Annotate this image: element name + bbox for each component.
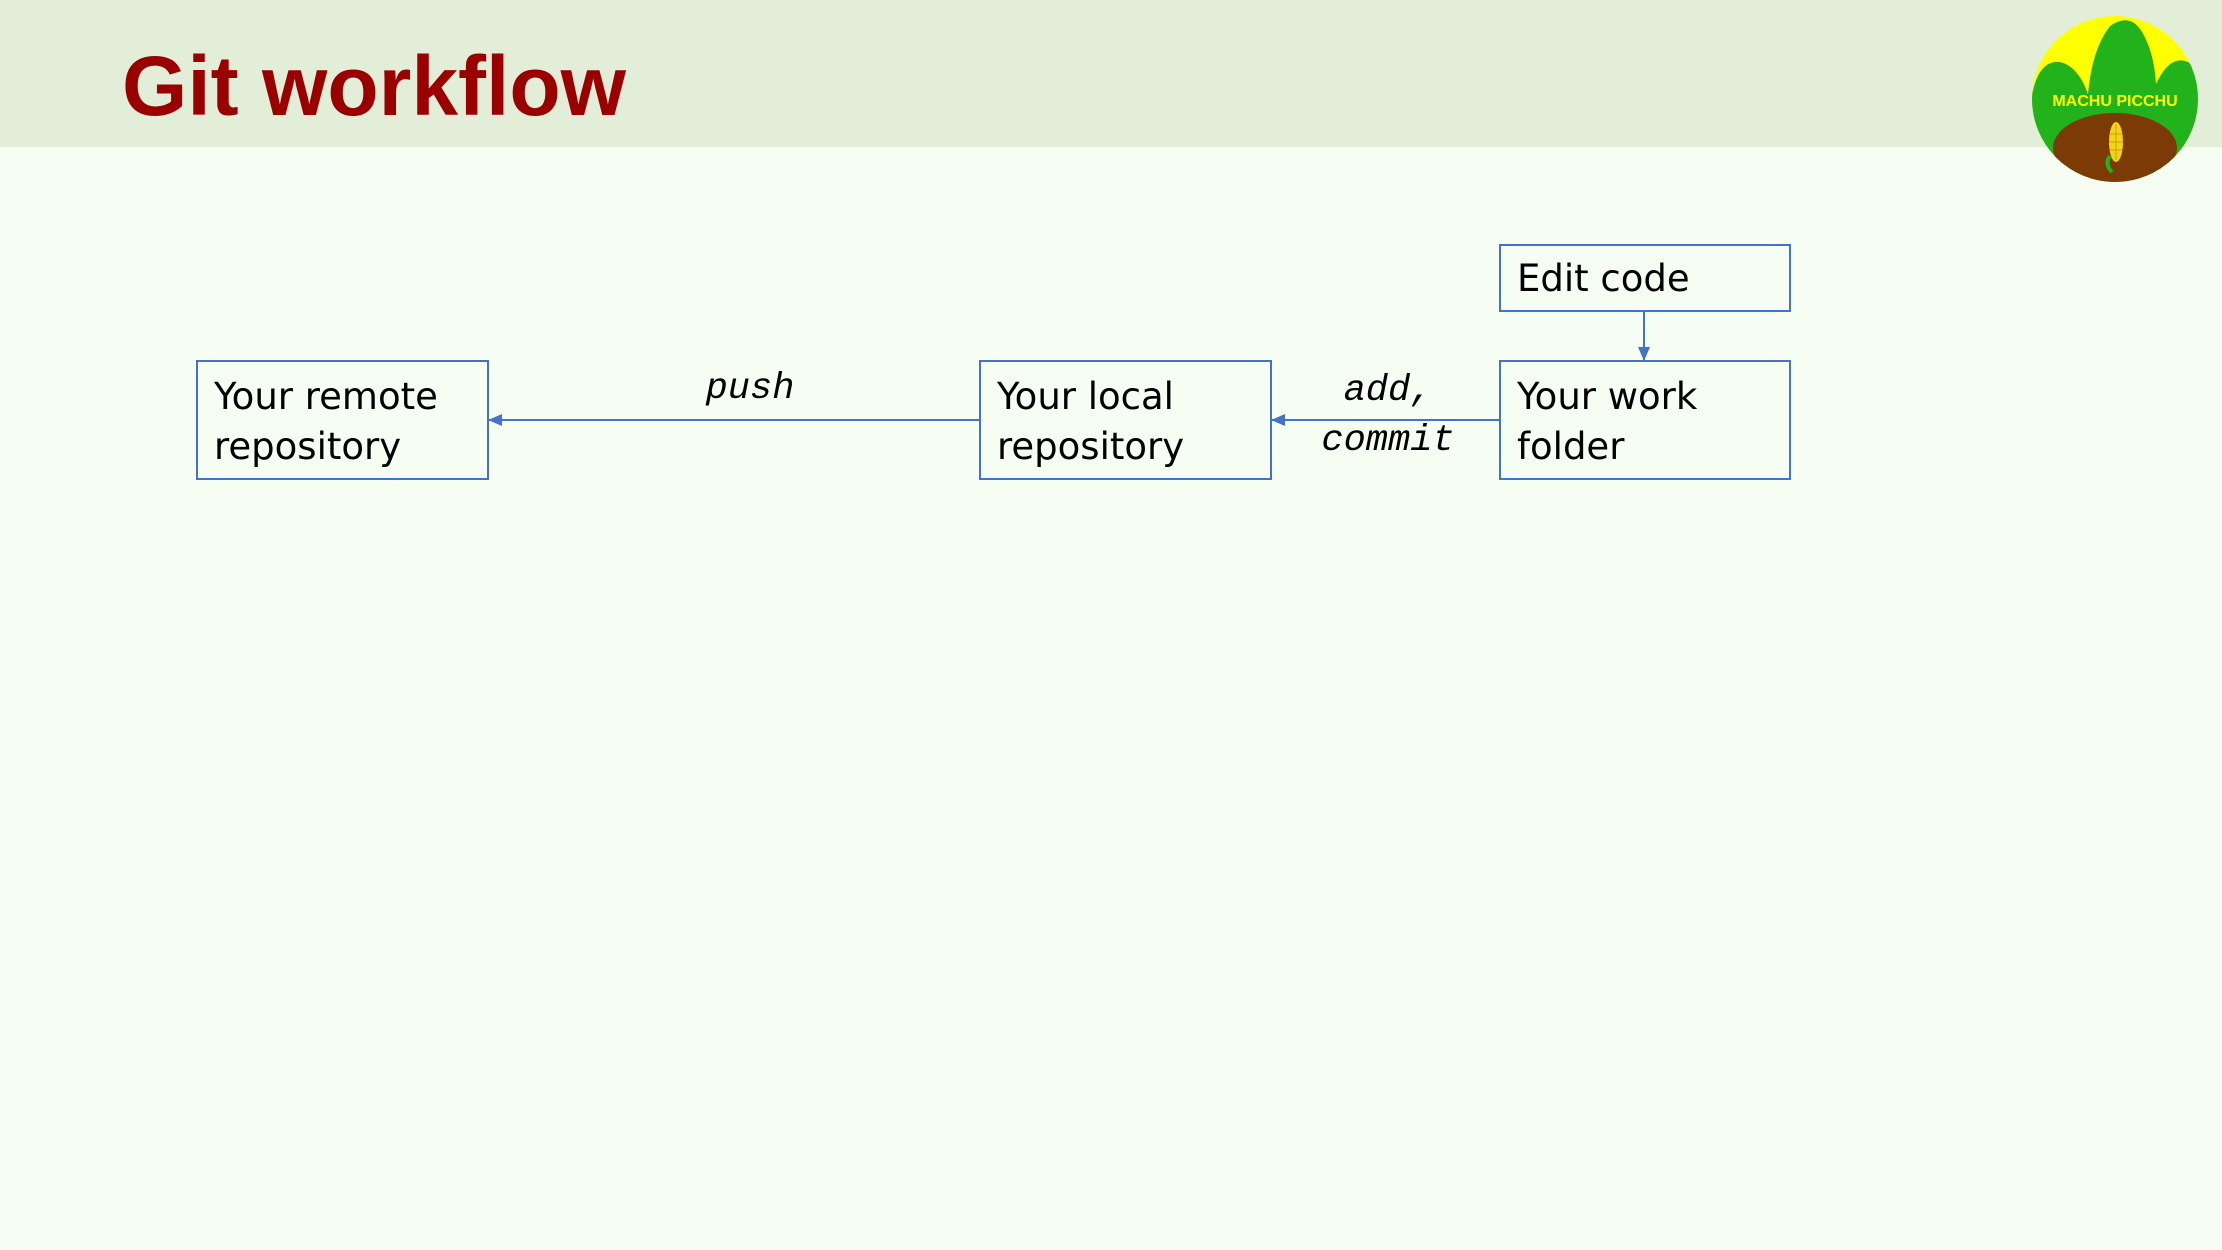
remote-repository-box: Your remote repository bbox=[196, 360, 489, 480]
push-label: push bbox=[705, 368, 795, 410]
add-commit-label: add, commit bbox=[1321, 370, 1455, 462]
local-repository-box: Your local repository bbox=[979, 360, 1272, 480]
work-folder-box: Your work folder bbox=[1499, 360, 1791, 480]
diagram-connectors bbox=[488, 312, 1650, 426]
edit-code-box: Edit code bbox=[1499, 244, 1791, 312]
